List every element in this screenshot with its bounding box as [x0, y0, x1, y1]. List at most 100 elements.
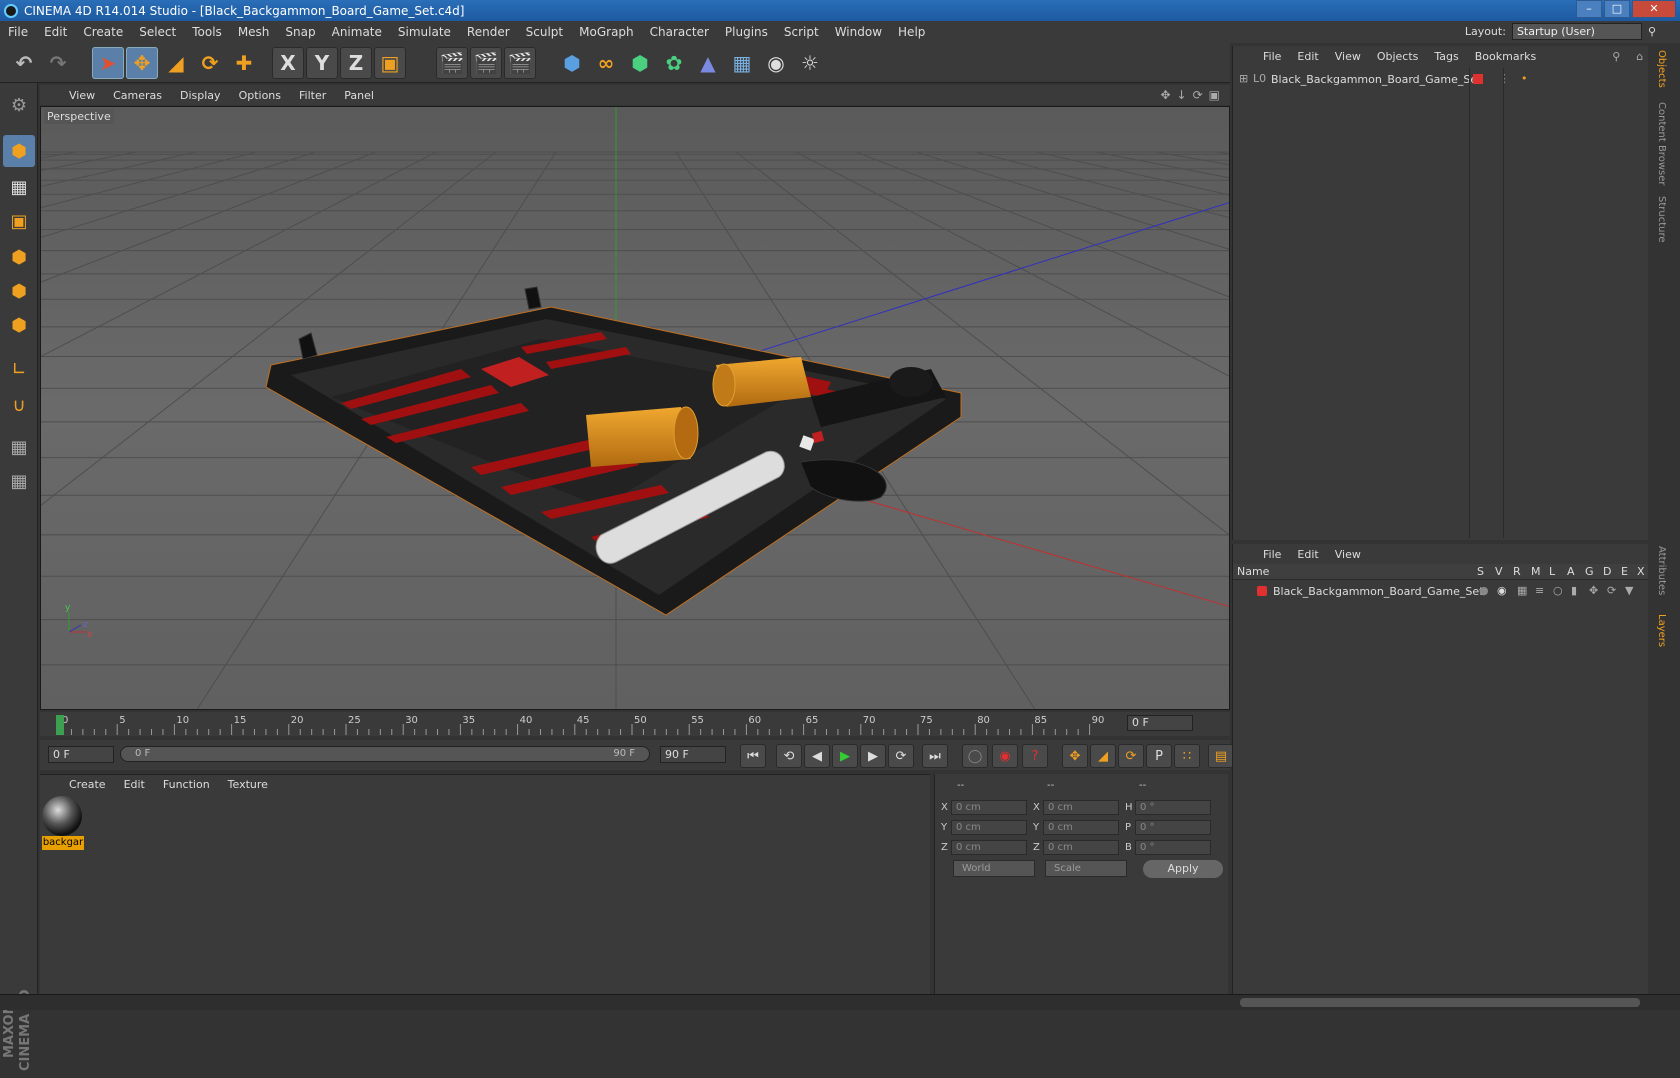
column-solo[interactable]: S	[1477, 565, 1484, 578]
size-y-field[interactable]: 0 cm	[1043, 820, 1119, 835]
viewport-menu-filter[interactable]: Filter	[290, 89, 335, 102]
menu-render[interactable]: Render	[459, 25, 518, 39]
record-keys-icon[interactable]: ◯	[962, 744, 988, 768]
column-manager[interactable]: M	[1531, 565, 1541, 578]
tab-content-browser[interactable]: Content Browser	[1656, 102, 1667, 185]
layers-menu-file[interactable]: File	[1255, 548, 1289, 561]
live-selection-icon[interactable]: ➤	[92, 47, 124, 79]
pos-y-field[interactable]: 0 cm	[951, 820, 1027, 835]
menu-script[interactable]: Script	[776, 25, 827, 39]
menu-simulate[interactable]: Simulate	[390, 25, 459, 39]
column-animation[interactable]: A	[1567, 565, 1575, 578]
layers-menu-edit[interactable]: Edit	[1289, 548, 1326, 561]
objects-menu-file[interactable]: File	[1255, 50, 1289, 63]
tab-layers[interactable]: Layers	[1656, 614, 1667, 647]
move-icon[interactable]: ✥	[126, 47, 158, 79]
autokeying-icon[interactable]: ◉	[992, 744, 1018, 768]
column-name[interactable]: Name	[1237, 565, 1269, 578]
column-render[interactable]: R	[1513, 565, 1521, 578]
3d-viewport[interactable]: y x z Perspective	[40, 106, 1230, 710]
minimize-button[interactable]: –	[1576, 0, 1602, 18]
rot-p-field[interactable]: 0 °	[1135, 820, 1211, 835]
layer-manager-icon[interactable]: ≡	[1535, 584, 1544, 597]
material-menu-texture[interactable]: Texture	[219, 778, 277, 791]
menu-select[interactable]: Select	[131, 25, 184, 39]
size-x-field[interactable]: 0 cm	[1043, 800, 1119, 815]
toggle-view-icon[interactable]: ▣	[1209, 88, 1220, 102]
tab-objects[interactable]: Objects	[1656, 50, 1667, 88]
key-rotation-icon[interactable]: ⟳	[1118, 744, 1144, 768]
cube-primitive-icon[interactable]: ⬢	[556, 47, 588, 79]
play-icon[interactable]: ▶	[832, 744, 858, 768]
key-scale-icon[interactable]: ◢	[1090, 744, 1116, 768]
viewport-menu-cameras[interactable]: Cameras	[104, 89, 171, 102]
end-frame-field[interactable]: 90 F	[660, 746, 726, 763]
add-icon[interactable]: ✚	[228, 47, 260, 79]
column-expressions[interactable]: E	[1621, 565, 1628, 578]
object-name[interactable]: Black_Backgammon_Board_Game_Set	[1271, 73, 1481, 86]
material-tag-icon[interactable]: •	[1521, 72, 1528, 85]
rot-b-field[interactable]: 0 °	[1135, 840, 1211, 855]
layer-render-icon[interactable]: ▦	[1517, 584, 1527, 597]
workplane-lock-icon[interactable]: ▦	[3, 431, 35, 463]
layer-animation-icon[interactable]: ▮	[1571, 584, 1577, 597]
layer-lock-icon[interactable]: ○	[1553, 584, 1563, 597]
menu-tools[interactable]: Tools	[184, 25, 230, 39]
camera-icon[interactable]: ◉	[760, 47, 792, 79]
layer-solo-icon[interactable]: ●	[1479, 584, 1489, 597]
menu-snap[interactable]: Snap	[277, 25, 323, 39]
coordinate-system-icon[interactable]: ▣	[374, 47, 406, 79]
menu-plugins[interactable]: Plugins	[717, 25, 776, 39]
menu-character[interactable]: Character	[642, 25, 717, 39]
pos-x-field[interactable]: 0 cm	[951, 800, 1027, 815]
model-mode-icon[interactable]: ⬢	[3, 135, 35, 167]
menu-edit[interactable]: Edit	[36, 25, 75, 39]
viewport-menu-options[interactable]: Options	[230, 89, 290, 102]
home-icon[interactable]: ⌂	[1628, 50, 1651, 63]
spline-icon[interactable]: ∞	[590, 47, 622, 79]
apply-button[interactable]: Apply	[1143, 860, 1223, 878]
menu-create[interactable]: Create	[75, 25, 131, 39]
edges-mode-icon[interactable]: ⬢	[3, 275, 35, 307]
objects-menu-view[interactable]: View	[1327, 50, 1369, 63]
layer-horizontal-scrollbar[interactable]	[1240, 998, 1640, 1007]
scale-icon[interactable]: ◢	[160, 47, 192, 79]
make-editable-icon[interactable]: ⚙	[3, 89, 35, 121]
previous-keyframe-icon[interactable]: ⟲	[776, 744, 802, 768]
object-row[interactable]: ⊞ L0 Black_Backgammon_Board_Game_Set ⋮ •	[1237, 72, 1645, 88]
key-position-icon[interactable]: ✥	[1062, 744, 1088, 768]
texture-mode-icon[interactable]: ▦	[3, 171, 35, 203]
preview-range-slider[interactable]: 0 F 90 F	[120, 746, 650, 762]
material-menu-create[interactable]: Create	[60, 778, 115, 791]
coordinate-space-dropdown[interactable]: World	[953, 860, 1035, 877]
layer-expressions-icon[interactable]: ▼	[1625, 584, 1633, 597]
polygons-mode-icon[interactable]: ⬢	[3, 309, 35, 341]
dice-cup-1[interactable]	[586, 406, 699, 467]
undo-icon[interactable]: ↶	[8, 47, 40, 79]
objects-menu-bookmarks[interactable]: Bookmarks	[1467, 50, 1544, 63]
layer-deformers-icon[interactable]: ⟳	[1607, 584, 1616, 597]
points-mode-icon[interactable]: ⬢	[3, 241, 35, 273]
deformer-icon[interactable]: ▲	[692, 47, 724, 79]
objects-menu-tags[interactable]: Tags	[1426, 50, 1466, 63]
size-z-field[interactable]: 0 cm	[1043, 840, 1119, 855]
column-visible[interactable]: V	[1495, 565, 1503, 578]
render-picture-viewer-icon[interactable]: 🎬	[470, 47, 502, 79]
pos-z-field[interactable]: 0 cm	[951, 840, 1027, 855]
column-locked[interactable]: L	[1549, 565, 1555, 578]
previous-frame-icon[interactable]: ◀	[804, 744, 830, 768]
visibility-dots-icon[interactable]: ⋮	[1499, 72, 1510, 85]
x-axis-button[interactable]: X	[272, 47, 304, 79]
cloner-icon[interactable]: ✿	[658, 47, 690, 79]
search-icon[interactable]: ⚲	[1604, 50, 1628, 63]
y-axis-button[interactable]: Y	[306, 47, 338, 79]
orbit-icon[interactable]: ⟳	[1193, 88, 1203, 102]
expand-icon[interactable]: ⊞	[1239, 72, 1248, 85]
layer-row[interactable]: Black_Backgammon_Board_Game_Set ● ◉ ▦ ≡ …	[1237, 584, 1645, 600]
rot-h-field[interactable]: 0 °	[1135, 800, 1211, 815]
tab-attributes[interactable]: Attributes	[1656, 546, 1667, 595]
next-keyframe-icon[interactable]: ⟳	[888, 744, 914, 768]
floor-icon[interactable]: ▦	[726, 47, 758, 79]
planar-workplane-icon[interactable]: ▦	[3, 465, 35, 497]
layer-generators-icon[interactable]: ✥	[1589, 584, 1598, 597]
